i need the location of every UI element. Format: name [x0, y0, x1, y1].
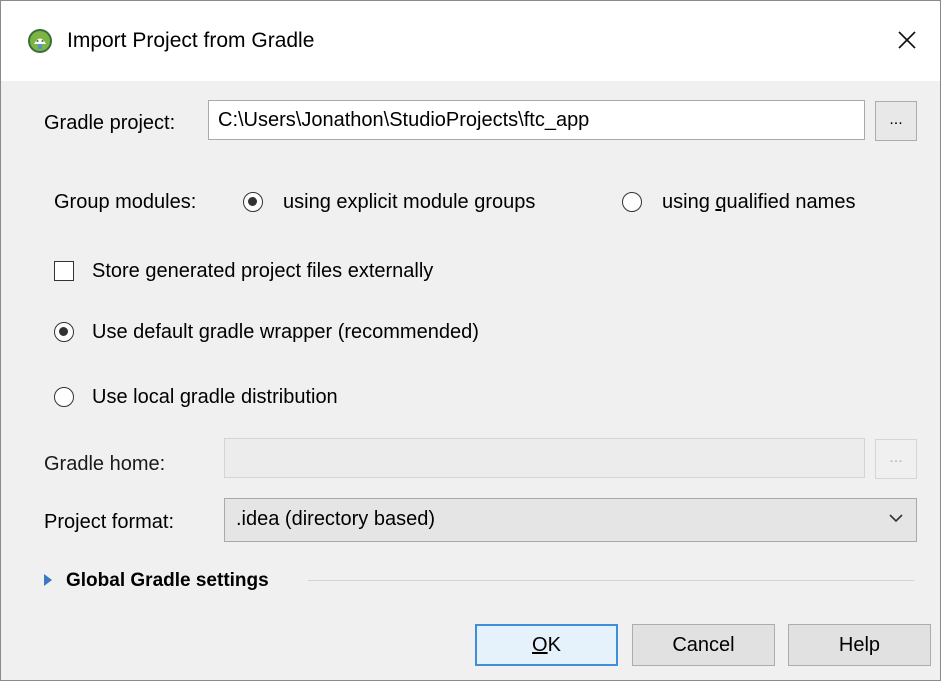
- section-divider: [308, 580, 914, 581]
- dialog-title: Import Project from Gradle: [67, 29, 315, 52]
- gradle-home-input[interactable]: [224, 438, 865, 478]
- radio-qualified-names[interactable]: [622, 192, 642, 212]
- radio-default-wrapper-label[interactable]: Use default gradle wrapper (recommended): [92, 319, 479, 345]
- project-format-value: .idea (directory based): [236, 508, 435, 530]
- android-studio-icon: [28, 29, 52, 53]
- chevron-down-icon: [889, 514, 903, 523]
- gradle-home-browse-button[interactable]: ...: [875, 439, 917, 479]
- global-gradle-settings-toggle[interactable]: Global Gradle settings: [66, 568, 269, 594]
- import-gradle-dialog: Import Project from Gradle Gradle projec…: [0, 0, 941, 681]
- title-bar: Import Project from Gradle: [1, 1, 940, 81]
- gradle-project-label: Gradle project:: [44, 112, 176, 134]
- ok-button[interactable]: OK: [475, 624, 618, 666]
- cancel-button[interactable]: Cancel: [632, 624, 775, 666]
- gradle-project-input[interactable]: C:\Users\Jonathon\StudioProjects\ftc_app: [208, 100, 865, 140]
- radio-local-distribution[interactable]: [54, 387, 74, 407]
- gradle-project-value: C:\Users\Jonathon\StudioProjects\ftc_app: [218, 109, 590, 131]
- close-icon[interactable]: [884, 17, 930, 63]
- radio-qualified-names-label[interactable]: using qualified names: [662, 189, 855, 215]
- radio-explicit-module-groups-label[interactable]: using explicit module groups: [283, 189, 535, 215]
- project-format-label: Project format:: [44, 511, 175, 533]
- radio-local-distribution-label[interactable]: Use local gradle distribution: [92, 384, 338, 410]
- gradle-home-label: Gradle home:: [44, 453, 166, 475]
- project-format-select[interactable]: .idea (directory based): [224, 498, 917, 542]
- gradle-project-browse-button[interactable]: ...: [875, 101, 917, 141]
- store-externally-label[interactable]: Store generated project files externally: [92, 258, 433, 284]
- expand-arrow-icon[interactable]: [44, 574, 52, 586]
- radio-default-wrapper[interactable]: [54, 322, 74, 342]
- radio-explicit-module-groups[interactable]: [243, 192, 263, 212]
- group-modules-label: Group modules:: [54, 191, 197, 213]
- store-externally-checkbox[interactable]: [54, 261, 74, 281]
- help-button[interactable]: Help: [788, 624, 931, 666]
